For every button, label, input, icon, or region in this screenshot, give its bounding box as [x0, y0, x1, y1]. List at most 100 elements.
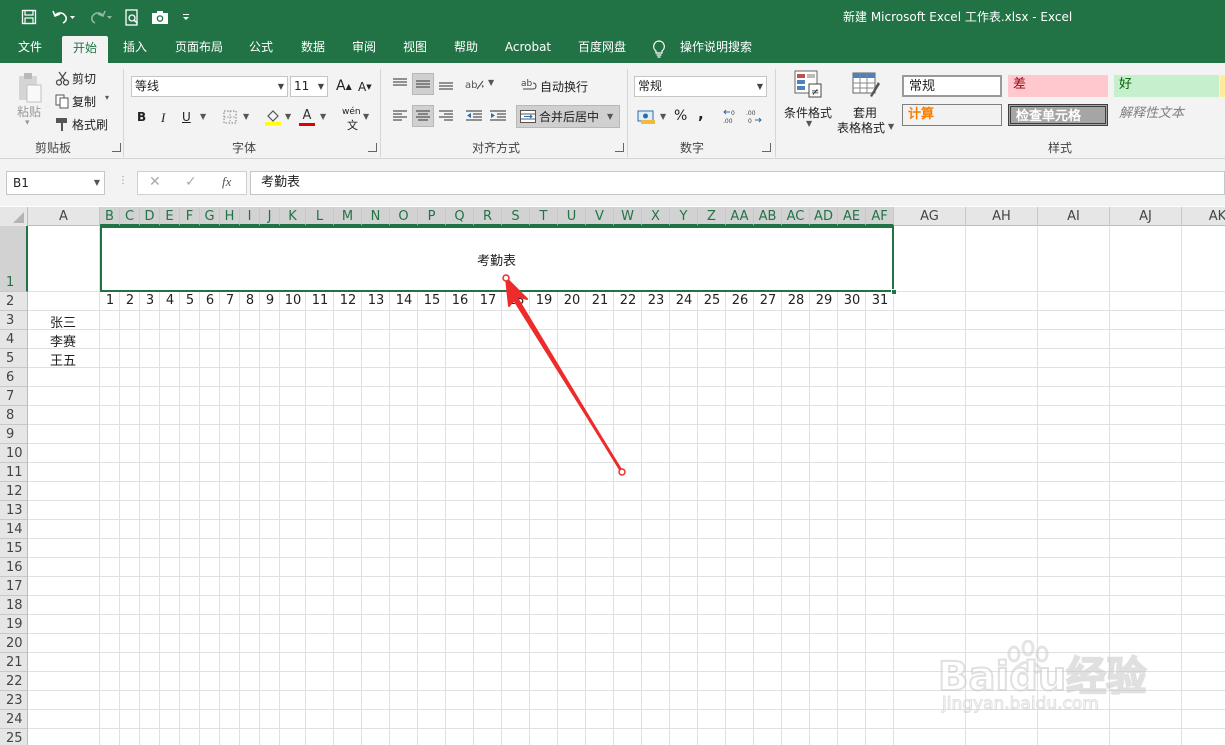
increase-indent-icon[interactable]: [488, 107, 508, 125]
underline-dropdown-icon[interactable]: ▼: [200, 112, 206, 121]
column-header[interactable]: AC: [782, 207, 810, 226]
column-header[interactable]: AB: [754, 207, 782, 226]
align-middle-icon[interactable]: [412, 73, 434, 95]
column-header[interactable]: A: [28, 207, 100, 226]
fill-color-icon[interactable]: [264, 108, 282, 126]
font-color-dropdown-icon[interactable]: ▼: [320, 112, 326, 121]
font-launcher-icon[interactable]: [368, 143, 377, 152]
copy-button[interactable]: 复制: [72, 93, 96, 110]
column-header[interactable]: N: [362, 207, 390, 226]
row-header[interactable]: 11: [0, 463, 28, 482]
tab-11[interactable]: 操作说明搜索: [668, 34, 764, 63]
undo-icon[interactable]: [48, 7, 78, 27]
align-bottom-icon[interactable]: [436, 75, 456, 93]
format-painter-button[interactable]: 格式刷: [72, 116, 108, 133]
column-header[interactable]: F: [180, 207, 200, 226]
column-header[interactable]: AI: [1038, 207, 1110, 226]
column-header[interactable]: X: [642, 207, 670, 226]
column-header[interactable]: V: [586, 207, 614, 226]
row-header[interactable]: 17: [0, 577, 28, 596]
column-header[interactable]: U: [558, 207, 586, 226]
orientation-dropdown-icon[interactable]: ▼: [488, 78, 494, 87]
column-header[interactable]: R: [474, 207, 502, 226]
column-header[interactable]: O: [390, 207, 418, 226]
column-header[interactable]: AA: [726, 207, 754, 226]
border-icon[interactable]: [222, 109, 238, 125]
cancel-icon[interactable]: ✕: [149, 174, 161, 190]
clipboard-launcher-icon[interactable]: [112, 143, 121, 152]
decrease-decimal-icon[interactable]: .00 0: [745, 107, 765, 125]
column-header[interactable]: B: [100, 207, 120, 226]
decrease-font-button[interactable]: A ▼: [358, 80, 372, 94]
row-header[interactable]: 21: [0, 653, 28, 672]
column-header[interactable]: AK: [1182, 207, 1225, 226]
phonetic-button[interactable]: wén: [342, 107, 361, 117]
paste-dropdown-icon[interactable]: ▾: [25, 118, 30, 128]
row-header[interactable]: 19: [0, 615, 28, 634]
column-header[interactable]: G: [200, 207, 220, 226]
column-header[interactable]: S: [502, 207, 530, 226]
column-header[interactable]: M: [334, 207, 362, 226]
save-icon[interactable]: [18, 7, 40, 27]
phonetic-dropdown-icon[interactable]: ▼: [363, 112, 369, 121]
name-box[interactable]: B1 ▼: [6, 171, 105, 195]
column-header[interactable]: Z: [698, 207, 726, 226]
row-header[interactable]: 10: [0, 444, 28, 463]
column-header[interactable]: L: [306, 207, 334, 226]
row-header[interactable]: 13: [0, 501, 28, 520]
row-header[interactable]: 24: [0, 710, 28, 729]
align-center-icon[interactable]: [412, 105, 434, 127]
column-header[interactable]: I: [240, 207, 260, 226]
row-header[interactable]: 15: [0, 539, 28, 558]
cell-style-neutral-edge[interactable]: [1220, 75, 1225, 97]
font-size-combo[interactable]: 11 ▼: [290, 76, 328, 97]
decrease-indent-icon[interactable]: [464, 107, 484, 125]
camera-icon[interactable]: [149, 7, 171, 27]
column-header[interactable]: AJ: [1110, 207, 1182, 226]
cell-style-5[interactable]: 解释性文本: [1114, 104, 1219, 126]
column-header[interactable]: K: [280, 207, 306, 226]
increase-font-button[interactable]: A ▲: [336, 78, 352, 94]
underline-button[interactable]: U: [182, 110, 191, 124]
table-format-dropdown-icon[interactable]: ▼: [888, 122, 894, 131]
column-header[interactable]: AF: [866, 207, 894, 226]
column-header[interactable]: AG: [894, 207, 966, 226]
row-header[interactable]: 12: [0, 482, 28, 501]
redo-icon[interactable]: [86, 7, 116, 27]
border-dropdown-icon[interactable]: ▼: [243, 112, 249, 121]
align-right-icon[interactable]: [436, 107, 456, 125]
formula-input[interactable]: 考勤表: [250, 171, 1225, 195]
tab-1[interactable]: 开始: [62, 36, 108, 63]
accounting-dropdown-icon[interactable]: ▼: [660, 112, 666, 121]
row-header[interactable]: 23: [0, 691, 28, 710]
column-header[interactable]: Y: [670, 207, 698, 226]
row-header[interactable]: 18: [0, 596, 28, 615]
percent-button[interactable]: %: [674, 108, 687, 124]
tab-7[interactable]: 视图: [392, 34, 438, 63]
wrap-text-button[interactable]: 自动换行: [540, 78, 588, 95]
select-all-button[interactable]: [0, 207, 28, 226]
row-header[interactable]: 22: [0, 672, 28, 691]
cell-style-3[interactable]: 计算: [902, 104, 1002, 126]
cell-style-1[interactable]: 差: [1008, 75, 1108, 97]
column-header[interactable]: AE: [838, 207, 866, 226]
column-header[interactable]: Q: [446, 207, 474, 226]
table-format-button[interactable]: 表格格式: [837, 119, 885, 136]
font-color-button[interactable]: A: [298, 107, 316, 127]
bold-button[interactable]: B: [137, 110, 146, 124]
tab-4[interactable]: 公式: [238, 34, 284, 63]
insert-function-icon[interactable]: fx: [222, 174, 231, 190]
fill-dropdown-icon[interactable]: ▼: [285, 112, 291, 121]
cell-style-0[interactable]: 常规: [902, 75, 1002, 97]
cell-style-4[interactable]: 检查单元格: [1008, 104, 1108, 126]
align-top-icon[interactable]: [390, 75, 410, 93]
row-header[interactable]: 16: [0, 558, 28, 577]
column-header[interactable]: H: [220, 207, 240, 226]
tab-8[interactable]: 帮助: [443, 34, 489, 63]
tab-5[interactable]: 数据: [290, 34, 336, 63]
paste-icon[interactable]: [16, 71, 44, 105]
copy-dropdown-icon[interactable]: ▾: [105, 93, 109, 102]
increase-decimal-icon[interactable]: 0.00: [722, 107, 742, 125]
row-header[interactable]: 9: [0, 425, 28, 444]
number-format-combo[interactable]: 常规 ▼: [634, 76, 767, 97]
